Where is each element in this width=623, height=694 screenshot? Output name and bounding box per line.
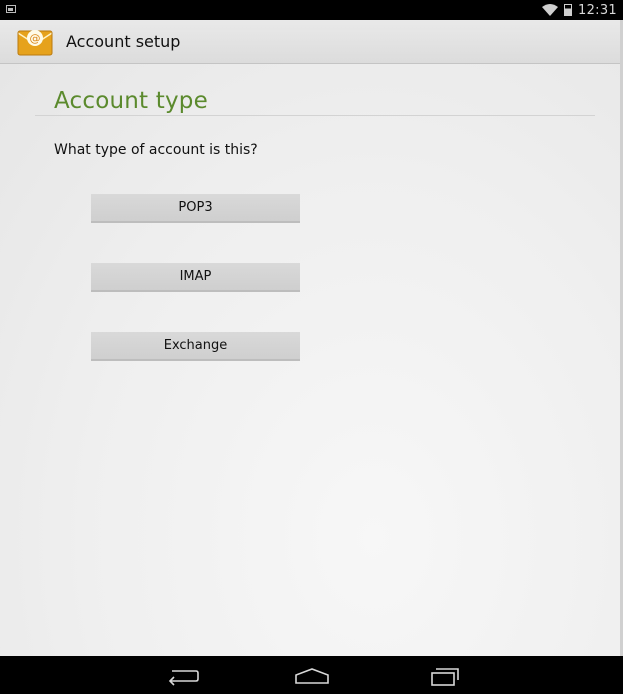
navigation-bar: [0, 656, 623, 694]
svg-text:@: @: [30, 32, 41, 45]
section-divider: [35, 115, 595, 116]
notification-image-icon: [6, 5, 16, 13]
action-bar-title: Account setup: [66, 32, 181, 51]
status-indicators: 12:31: [542, 2, 617, 18]
action-bar: @ Account setup: [0, 20, 623, 64]
exchange-button[interactable]: Exchange: [91, 332, 300, 361]
status-time: 12:31: [578, 2, 617, 18]
recent-apps-icon[interactable]: [424, 664, 464, 688]
home-icon[interactable]: [292, 664, 332, 688]
email-app-icon[interactable]: @: [17, 27, 53, 61]
battery-icon: [564, 4, 573, 16]
account-type-question: What type of account is this?: [54, 142, 258, 158]
wifi-icon: [542, 1, 559, 20]
section-title: Account type: [54, 88, 208, 114]
pop3-button[interactable]: POP3: [91, 194, 300, 223]
imap-button[interactable]: IMAP: [91, 263, 300, 292]
back-icon[interactable]: [162, 664, 202, 688]
main-content: Account type What type of account is thi…: [0, 64, 623, 656]
status-bar: 12:31: [0, 0, 623, 20]
